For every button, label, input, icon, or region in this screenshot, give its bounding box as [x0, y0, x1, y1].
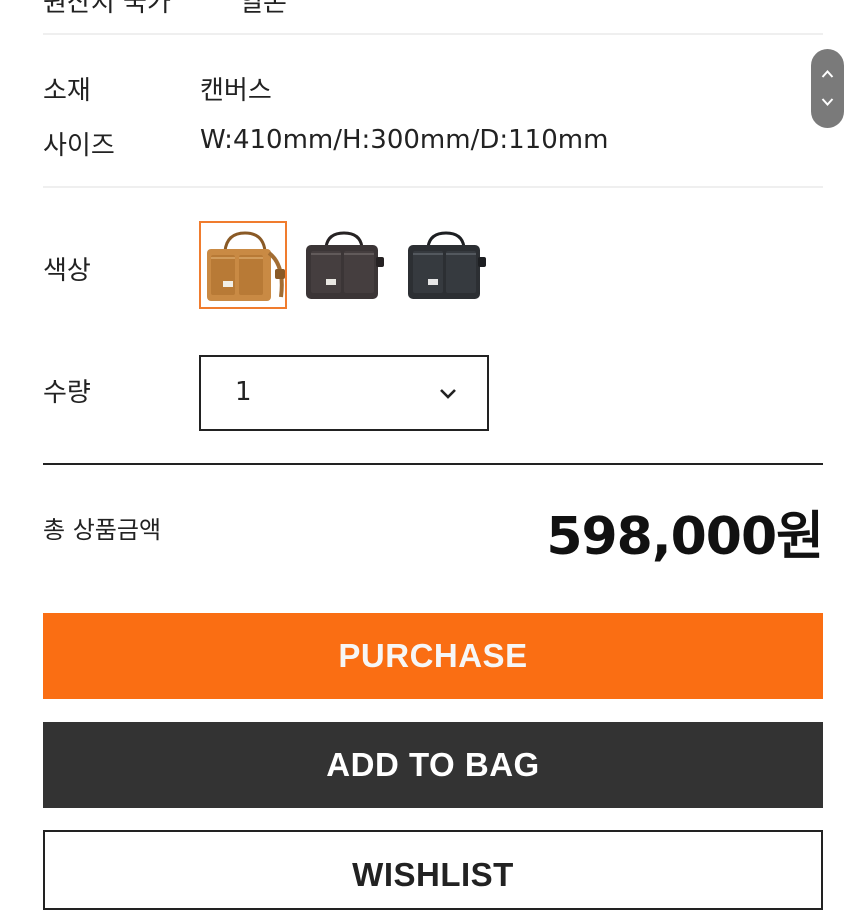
wishlist-button[interactable]: WISHLIST — [43, 830, 823, 910]
bag-image — [408, 231, 486, 299]
size-value: W:410mm/H:300mm/D:110mm — [200, 125, 609, 155]
divider — [43, 33, 823, 35]
purchase-button[interactable]: PURCHASE — [43, 613, 823, 699]
chevron-down-icon[interactable] — [821, 97, 834, 107]
origin-row: 원산지 국가 일본 — [43, 0, 287, 19]
total-label: 총 상품금액 — [43, 516, 162, 544]
size-label: 사이즈 — [43, 131, 115, 161]
material-label: 소재 — [43, 76, 91, 106]
chevron-up-icon[interactable] — [821, 69, 834, 79]
quantity-label: 수량 — [43, 378, 91, 408]
color-label: 색상 — [43, 256, 91, 286]
origin-label: 원산지 국가 — [43, 0, 171, 18]
color-swatch-tan[interactable] — [199, 221, 287, 309]
origin-value: 일본 — [239, 0, 287, 18]
scroll-control[interactable] — [811, 49, 844, 128]
total-price: 598,000원 — [546, 507, 824, 567]
quantity-select[interactable]: 1 — [199, 355, 489, 431]
total-divider — [43, 463, 823, 465]
divider — [43, 186, 823, 188]
add-to-bag-button[interactable]: ADD TO BAG — [43, 722, 823, 808]
color-swatch-dark-brown[interactable] — [300, 221, 388, 309]
bag-image — [207, 231, 285, 301]
color-swatch-black[interactable] — [402, 221, 490, 309]
material-value: 캔버스 — [200, 76, 272, 106]
quantity-value: 1 — [235, 377, 252, 407]
chevron-down-icon — [440, 389, 456, 399]
bag-image — [306, 231, 384, 299]
